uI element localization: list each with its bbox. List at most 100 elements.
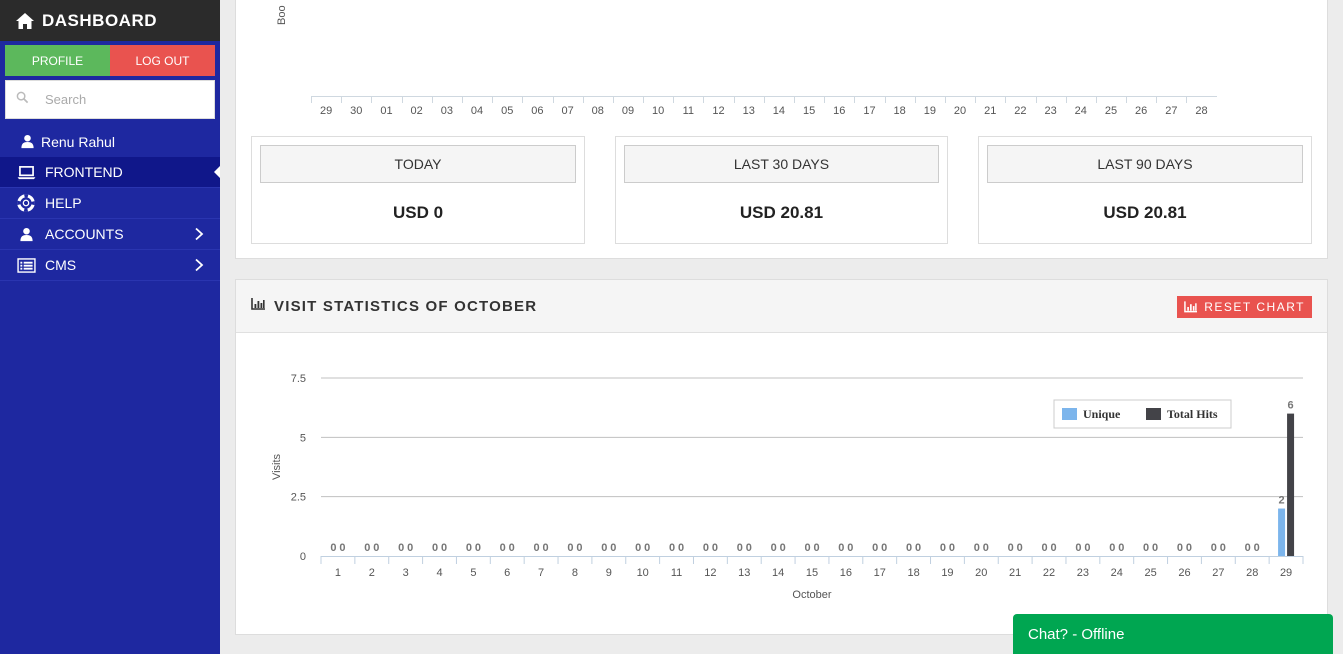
x-tick-label: 28	[1246, 567, 1258, 579]
sidebar-nav: FRONTEND HELP ACCOUNTS CMS	[0, 157, 220, 281]
x-tick-label: 26	[1178, 567, 1190, 579]
x-tick-label: 23	[1077, 567, 1089, 579]
booking-x-tick: 23	[1044, 105, 1057, 117]
booking-x-tick: 19	[923, 105, 936, 117]
x-tick-label: 12	[704, 567, 716, 579]
booking-x-tick: 08	[591, 105, 604, 117]
data-label: 0	[576, 542, 582, 554]
booking-x-tickmark	[461, 97, 492, 103]
y-tick-label: 2.5	[291, 492, 306, 504]
booking-x-tickmark	[1005, 97, 1035, 103]
lifebuoy-icon	[16, 194, 36, 212]
sidebar-item-cms[interactable]: CMS	[0, 250, 220, 281]
booking-x-tick: 03	[440, 105, 453, 117]
legend-swatch	[1062, 408, 1077, 420]
sidebar-user[interactable]: Renu Rahul	[0, 127, 220, 157]
legend-label: Unique	[1083, 407, 1121, 421]
x-tick-label: 13	[738, 567, 750, 579]
data-label: 0	[1041, 542, 1047, 554]
chat-offline-tab[interactable]: Chat? - Offline	[1013, 614, 1333, 654]
booking-x-tick: 15	[802, 105, 816, 117]
booking-x-tick: 05	[501, 105, 514, 117]
sidebar-item-label: FRONTEND	[45, 164, 123, 180]
profile-button[interactable]: PROFILE	[5, 45, 110, 76]
data-label: 0	[703, 542, 709, 554]
data-label: 0	[872, 542, 878, 554]
data-label: 0	[1254, 542, 1260, 554]
list-icon	[16, 256, 36, 274]
booking-x-tick: 25	[1104, 105, 1118, 117]
booking-x-tickmark	[944, 97, 975, 103]
stat-last-90-days: LAST 90 DAYS USD 20.81	[978, 136, 1312, 244]
data-label: 0	[915, 542, 921, 554]
data-label: 6	[1288, 400, 1294, 412]
booking-x-tickmark	[492, 97, 522, 103]
data-label: 0	[475, 542, 481, 554]
bar	[1278, 508, 1286, 556]
logout-button[interactable]: LOG OUT	[110, 45, 215, 76]
x-tick-label: 2	[369, 567, 375, 579]
dashboard-brand[interactable]: DASHBOARD	[0, 0, 220, 41]
booking-x-tick: 20	[953, 105, 967, 117]
data-label: 0	[1109, 542, 1115, 554]
x-tick-label: 16	[840, 567, 852, 579]
booking-y-axis-label: Boo	[276, 5, 288, 25]
sidebar-item-help[interactable]: HELP	[0, 188, 220, 219]
booking-x-tickmark	[311, 97, 341, 103]
data-label: 0	[373, 542, 379, 554]
booking-x-ticks: 29 30 01 02 03 04 05 06 07 08 09 10 11 12 13 14 15 16 17 18…	[311, 105, 1217, 117]
home-icon	[15, 12, 35, 30]
x-tick-label: 15	[806, 567, 818, 579]
data-label: 0	[974, 542, 980, 554]
x-tick-label: 14	[772, 567, 784, 579]
data-label: 0	[567, 542, 573, 554]
booking-x-tickmark	[1156, 97, 1186, 103]
booking-x-tickmark	[552, 97, 583, 103]
booking-x-tick: 01	[380, 105, 393, 117]
booking-x-tick: 04	[470, 105, 484, 117]
y-tick-label: 7.5	[291, 373, 306, 385]
reset-chart-label: RESET CHART	[1204, 300, 1305, 314]
x-tick-label: 22	[1043, 567, 1055, 579]
x-tick-label: 3	[403, 567, 409, 579]
data-label: 0	[407, 542, 413, 554]
data-label: 0	[601, 542, 607, 554]
booking-x-tick: 24	[1074, 105, 1087, 117]
booking-x-tickmark	[612, 97, 643, 103]
data-label: 0	[1017, 542, 1023, 554]
booking-x-tick: 22	[1014, 105, 1027, 117]
sidebar-item-label: CMS	[45, 257, 77, 273]
data-label: 0	[364, 542, 370, 554]
x-tick-label: 27	[1212, 567, 1224, 579]
bar	[1287, 413, 1295, 556]
data-label: 0	[1220, 542, 1226, 554]
search-input[interactable]	[45, 92, 195, 107]
booking-x-tick: 16	[833, 105, 846, 117]
data-label: 0	[712, 542, 718, 554]
sidebar-item-frontend[interactable]: FRONTEND	[0, 157, 220, 188]
data-label: 0	[1211, 542, 1217, 554]
visit-statistics-panel: VISIT STATISTICS OF OCTOBER RESET CHART …	[235, 279, 1328, 635]
chevron-right-icon	[192, 258, 206, 272]
booking-x-tickmark	[522, 97, 552, 103]
reset-chart-button[interactable]: RESET CHART	[1177, 296, 1312, 318]
data-label: 0	[737, 542, 743, 554]
booking-x-tickmark	[1186, 97, 1216, 103]
data-label: 0	[1008, 542, 1014, 554]
sidebar-item-accounts[interactable]: ACCOUNTS	[0, 219, 220, 250]
booking-x-tick: 10	[652, 105, 665, 117]
data-label: 0	[940, 542, 946, 554]
data-label: 0	[1186, 542, 1192, 554]
data-label: 0	[432, 542, 438, 554]
data-label: 0	[746, 542, 752, 554]
stat-today: TODAY USD 0	[251, 136, 585, 244]
data-label: 0	[1177, 542, 1183, 554]
booking-x-tickmark	[1126, 97, 1156, 103]
x-tick-label: 29	[1280, 567, 1292, 579]
booking-x-tick: 28	[1195, 105, 1208, 117]
data-label: 0	[543, 542, 549, 554]
data-label: 0	[644, 542, 650, 554]
y-tick-label: 5	[300, 432, 306, 444]
sidebar-search	[5, 80, 215, 119]
data-label: 0	[1152, 542, 1158, 554]
